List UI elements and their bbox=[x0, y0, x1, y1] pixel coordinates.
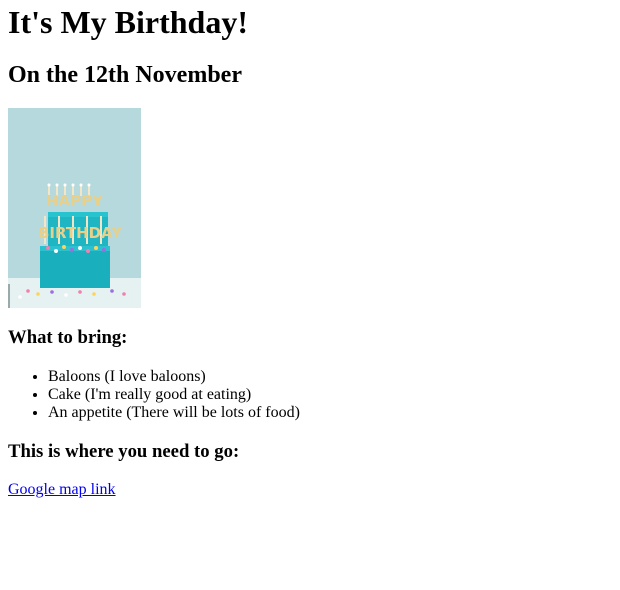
cake-birthday-text: BIRTHDAY bbox=[38, 224, 123, 242]
directions-heading: This is where you need to go: bbox=[8, 441, 240, 462]
page-subtitle: On the 12th November bbox=[8, 62, 242, 88]
page-title: It's My Birthday! bbox=[8, 4, 248, 40]
birthday-cake-illustration: HAPPY BIRTHDAY bbox=[8, 108, 141, 308]
cake-happy-text: HAPPY bbox=[46, 192, 104, 210]
list-item: An appetite (There will be lots of food) bbox=[48, 404, 300, 422]
birthday-cake-image: HAPPY BIRTHDAY bbox=[8, 108, 141, 308]
bring-list: Baloons (I love baloons) Cake (I'm reall… bbox=[8, 368, 300, 422]
list-item: Cake (I'm really good at eating) bbox=[48, 386, 300, 404]
what-to-bring-heading: What to bring: bbox=[8, 327, 128, 348]
list-item: Baloons (I love baloons) bbox=[48, 368, 300, 386]
google-map-link[interactable]: Google map link bbox=[8, 481, 116, 499]
